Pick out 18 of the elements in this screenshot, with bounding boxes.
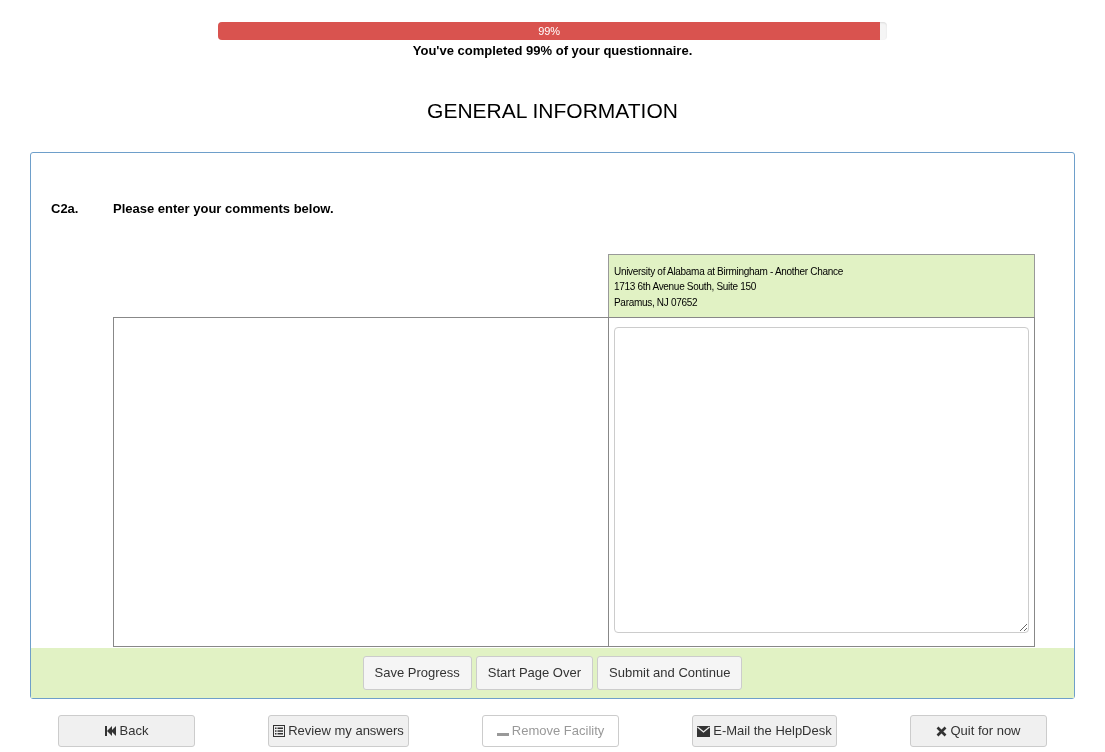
quit-button[interactable]: Quit for now: [909, 715, 1047, 747]
progress-fill: 99%: [218, 22, 881, 40]
envelope-icon: [697, 726, 711, 738]
rewind-icon: [104, 725, 117, 738]
progress-message: You've completed 99% of your questionnaire.: [411, 42, 694, 60]
facility-address: University of Alabama at Birmingham - Another Chance 1713 6th Avenue South, Suite 150 Paramus, NJ 07652: [608, 253, 1035, 317]
back-button[interactable]: Back: [58, 715, 195, 747]
list-icon: [273, 725, 286, 738]
minus-icon: [496, 733, 509, 738]
form-button[interactable]: Start Page Over: [475, 656, 594, 690]
question-number: C2a.: [51, 200, 80, 218]
email-button[interactable]: E-Mail the HelpDesk: [692, 715, 837, 747]
review-button[interactable]: Review my answers: [268, 715, 409, 747]
close-icon: [936, 726, 948, 738]
question-text: Please enter your comments below.: [113, 200, 334, 218]
form-button[interactable]: Save Progress: [362, 656, 472, 690]
form-button[interactable]: Submit and Continue: [597, 656, 743, 690]
section-title: GENERAL INFORMATION: [426, 97, 679, 124]
